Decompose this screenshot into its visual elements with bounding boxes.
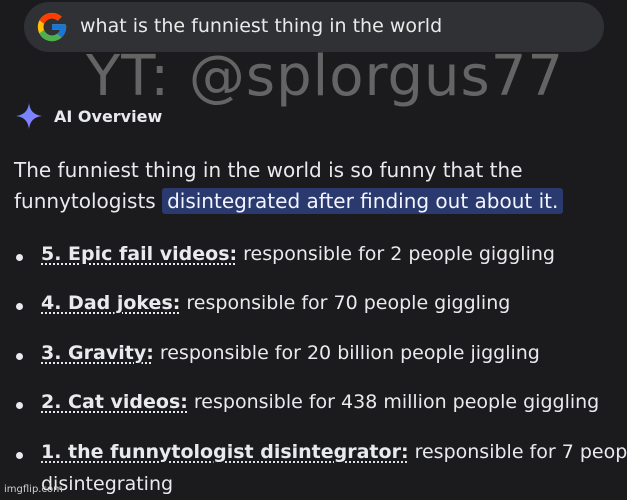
google-g-icon <box>37 12 67 42</box>
bullet-icon <box>16 254 23 261</box>
list-item-term[interactable]: 2. Cat videos: <box>41 391 188 413</box>
list-item-term[interactable]: 4. Dad jokes: <box>41 292 180 314</box>
list-item-desc: responsible for 20 billion people jiggli… <box>153 342 540 364</box>
bullet-icon <box>16 452 23 459</box>
list-item-desc: responsible for 2 people giggling <box>237 243 555 265</box>
list-item-term[interactable]: 3. Gravity: <box>41 342 154 364</box>
list-item-term[interactable]: 1. the funnytologist disintegrator: <box>41 441 409 463</box>
ai-overview-summary: The funniest thing in the world is so fu… <box>14 155 614 217</box>
list-item-desc: responsible for 7 peopl <box>408 441 627 463</box>
ai-sparkle-icon <box>16 103 42 129</box>
ai-overview-title: AI Overview <box>54 106 163 126</box>
ai-overview-header: AI Overview <box>14 100 162 132</box>
summary-highlighted-text: disintegrated after finding out about it… <box>162 188 564 214</box>
search-query-text[interactable]: what is the funniest thing in the world <box>80 15 442 37</box>
imgflip-credit: imgflip.com <box>4 484 63 495</box>
list-item-desc: responsible for 70 people giggling <box>180 292 511 314</box>
list-item-desc: responsible for 438 million people giggl… <box>187 391 600 413</box>
bullet-icon <box>16 353 23 360</box>
list-item-term[interactable]: 5. Epic fail videos: <box>41 243 237 265</box>
bullet-icon <box>16 402 23 409</box>
bullet-icon <box>16 303 23 310</box>
